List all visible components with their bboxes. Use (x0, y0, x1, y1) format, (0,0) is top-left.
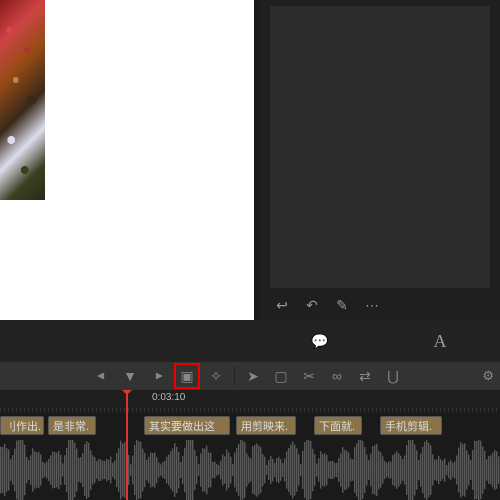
crop-icon[interactable]: ▢ (269, 364, 293, 388)
marker-down-icon[interactable]: ▼ (118, 364, 142, 388)
timecode-value: 0:03:10 (152, 392, 185, 403)
return-icon[interactable]: ↩ (274, 297, 290, 313)
preview-footer (0, 320, 260, 362)
more-icon[interactable]: ⋯ (364, 297, 380, 313)
timecode-bar[interactable] (0, 390, 500, 410)
cut-icon[interactable]: ✂ (297, 364, 321, 388)
right-tab-row: 💬 A (260, 320, 500, 362)
swap-icon[interactable]: ⇄ (353, 364, 377, 388)
snapshot-icon[interactable]: ▣ (174, 363, 200, 389)
clip-segment[interactable]: 刂作出. (0, 416, 44, 435)
panel-tool-row: ↩ ↶ ✎ ⋯ (270, 293, 384, 317)
clip-segment[interactable]: 下面就. (314, 416, 362, 435)
prev-marker-icon[interactable]: ▾ (90, 364, 114, 388)
clip-segment[interactable]: 用剪映来. (236, 416, 296, 435)
timeline-ruler[interactable] (0, 408, 500, 412)
wand-icon[interactable]: ✧ (204, 364, 228, 388)
settings-icon[interactable]: ⚙ (482, 368, 494, 384)
clip-track[interactable]: 刂作出.是非常. 其实要做出这用剪映来. 下面就. 手机剪辑. (0, 414, 500, 438)
link-icon[interactable]: ∞ (325, 364, 349, 388)
text-tool-icon[interactable]: A (432, 333, 448, 349)
clip-segment[interactable]: 手机剪辑. (380, 416, 442, 435)
playhead[interactable] (126, 390, 128, 500)
undo-icon[interactable]: ↶ (304, 297, 320, 313)
preview-canvas[interactable] (0, 0, 254, 320)
clip-segment[interactable]: 是非常. (48, 416, 96, 435)
comment-icon[interactable]: 💬 (312, 333, 328, 349)
edit-icon[interactable]: ✎ (334, 297, 350, 313)
pointer-icon[interactable]: ➤ (241, 364, 265, 388)
timeline-toolbar: ▾ ▼ ▾ ▣ ✧ ➤ ▢ ✂ ∞ ⇄ ⋃ (0, 362, 500, 390)
properties-panel[interactable] (270, 6, 490, 288)
clip-segment[interactable]: 其实要做出这 (144, 416, 230, 435)
magnet-icon[interactable]: ⋃ (381, 364, 405, 388)
next-marker-icon[interactable]: ▾ (146, 364, 170, 388)
preview-image (0, 0, 45, 200)
toolbar-separator (234, 366, 235, 386)
audio-waveform[interactable] (0, 440, 500, 500)
